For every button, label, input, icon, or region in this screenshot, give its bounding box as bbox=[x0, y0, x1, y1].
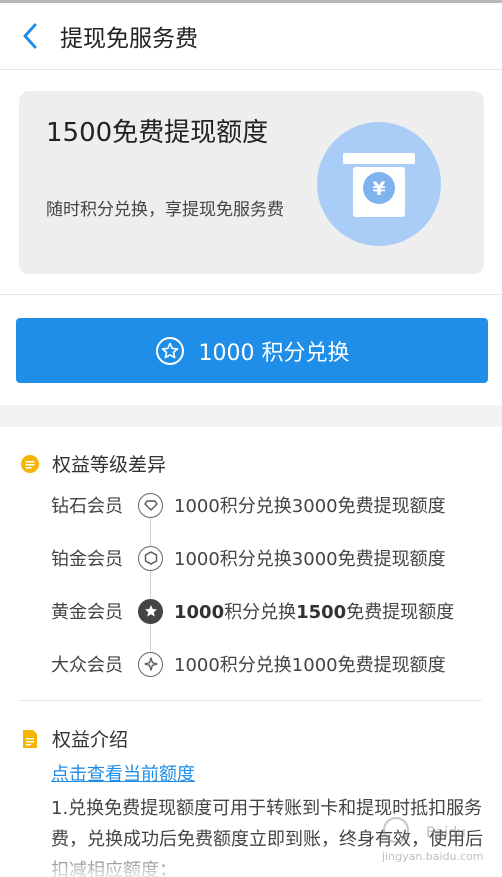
divider bbox=[0, 294, 502, 295]
sparkle-icon bbox=[143, 657, 158, 671]
watermark-site: jingyan.baidu.com bbox=[381, 850, 484, 863]
level-desc: 1000积分兑换3000免费提现额度 bbox=[174, 549, 446, 570]
level-desc-mid: 积分兑换 bbox=[224, 602, 297, 623]
hexagon-icon bbox=[144, 551, 157, 565]
atm-yuan-icon: ¥ bbox=[343, 153, 415, 217]
chevron-left-icon bbox=[23, 23, 37, 49]
level-desc-bold: 1500 bbox=[296, 602, 347, 623]
level-badge bbox=[138, 651, 163, 677]
exchange-button-label: 1000 积分兑换 bbox=[198, 340, 350, 366]
level-desc-bold: 1000 bbox=[174, 602, 225, 623]
level-timeline bbox=[150, 505, 151, 665]
level-badge bbox=[138, 492, 163, 518]
level-name: 大众会员 bbox=[51, 655, 123, 676]
level-row-platinum: 铂金会员 1000积分兑换3000免费提现额度 bbox=[0, 543, 502, 573]
level-row-diamond: 钻石会员 1000积分兑换3000免费提现额度 bbox=[0, 490, 502, 520]
diamond-icon bbox=[143, 500, 158, 511]
promo-title: 1500免费提现额度 bbox=[46, 118, 269, 148]
page-title: 提现免服务费 bbox=[60, 26, 198, 52]
level-desc: 1000积分兑换1500免费提现额度 bbox=[174, 598, 454, 624]
benefits-heading: 权益等级差异 bbox=[20, 450, 166, 477]
section-gap bbox=[0, 405, 502, 427]
level-desc-post: 免费提现额度 bbox=[346, 602, 455, 623]
back-button[interactable] bbox=[0, 3, 60, 70]
level-name: 铂金会员 bbox=[51, 549, 123, 570]
view-quota-link[interactable]: 点击查看当前额度 bbox=[51, 760, 195, 786]
level-desc: 1000积分兑换3000免费提现额度 bbox=[174, 496, 446, 517]
exchange-points-button[interactable]: 1000 积分兑换 bbox=[16, 318, 488, 383]
intro-title: 权益介绍 bbox=[52, 729, 129, 751]
intro-heading: 权益介绍 bbox=[20, 725, 128, 752]
level-desc: 1000积分兑换1000免费提现额度 bbox=[174, 655, 446, 676]
yuan-symbol: ¥ bbox=[372, 178, 385, 200]
message-icon bbox=[21, 454, 39, 473]
watermark: Baidu jingyan.baidu.com bbox=[381, 817, 484, 863]
star-icon bbox=[144, 605, 157, 617]
level-row-regular: 大众会员 1000积分兑换1000免费提现额度 bbox=[0, 649, 502, 679]
svg-text:Baidu: Baidu bbox=[426, 825, 466, 841]
promo-card: 1500免费提现额度 随时积分兑换，享提现免服务费 ¥ bbox=[19, 91, 484, 274]
level-name: 黄金会员 bbox=[51, 602, 123, 623]
promo-icon-circle: ¥ bbox=[317, 122, 441, 246]
star-circle-icon bbox=[155, 336, 184, 365]
nav-header: 提现免服务费 bbox=[0, 3, 502, 70]
divider bbox=[20, 700, 482, 701]
promo-subtitle: 随时积分兑换，享提现免服务费 bbox=[46, 200, 284, 220]
level-name: 钻石会员 bbox=[51, 496, 123, 517]
level-row-gold: 黄金会员 1000积分兑换1500免费提现额度 bbox=[0, 596, 502, 626]
level-badge bbox=[138, 598, 163, 624]
level-badge bbox=[138, 545, 163, 571]
benefits-title: 权益等级差异 bbox=[52, 454, 167, 476]
document-icon bbox=[23, 729, 37, 748]
